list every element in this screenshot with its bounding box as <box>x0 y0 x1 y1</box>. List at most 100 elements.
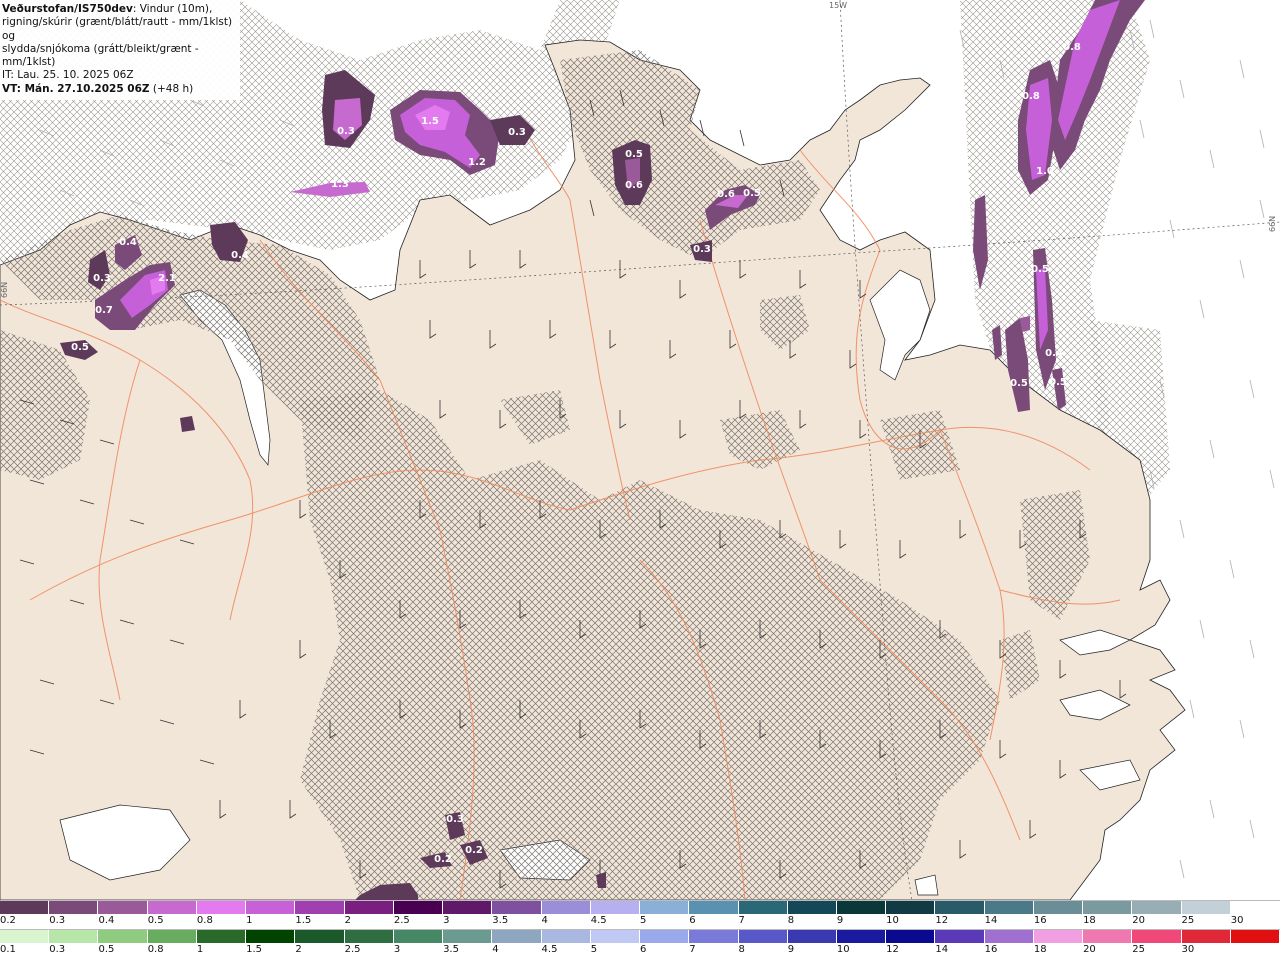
legend-swatch <box>295 930 345 943</box>
legend-swatch <box>738 901 788 914</box>
legend-label: 2 <box>344 915 351 926</box>
legend-label: 7 <box>689 944 696 955</box>
legend-label: 0.8 <box>196 915 213 926</box>
precip-value-label: 1.5 <box>421 116 439 127</box>
legend-swatch <box>49 901 99 914</box>
legend-label: 0.3 <box>49 915 66 926</box>
precip-value-label: 0.3 <box>337 126 355 137</box>
legend-swatch <box>147 930 197 943</box>
precip-value-label: 0.6 <box>625 180 643 191</box>
legend-swatch <box>393 930 444 943</box>
legend-label: 1.5 <box>246 944 263 955</box>
legend-label: 0.8 <box>147 944 164 955</box>
legend-label: 10 <box>886 915 899 926</box>
legend-label: 20 <box>1083 944 1096 955</box>
precip-value-label: 0.4 <box>119 237 137 248</box>
legend-label: 18 <box>1033 944 1047 955</box>
legend-label: 4.5 <box>541 944 558 955</box>
legend-label: 8 <box>787 915 795 926</box>
legend-swatch <box>590 930 641 943</box>
legend-label: 18 <box>1083 915 1096 926</box>
precip-value-label: 0.4 <box>1045 348 1063 359</box>
legend-swatch <box>836 901 887 914</box>
legend-label: 25 <box>1181 915 1195 926</box>
header-desc-3: slydda/snjókoma (grátt/bleikt/grænt - mm… <box>2 42 199 69</box>
legend-label: 7 <box>738 915 745 926</box>
legend-label: 30 <box>1181 944 1195 955</box>
legend-swatch <box>246 930 296 943</box>
legend-swatch <box>98 930 148 943</box>
legend-swatch <box>0 901 50 914</box>
legend-label: 9 <box>787 944 795 955</box>
legend-label: 0.5 <box>147 915 164 926</box>
legend-label: 10 <box>836 944 850 955</box>
legend-swatch <box>984 930 1034 943</box>
precip-value-label: 0.3 <box>93 273 111 284</box>
legend-label: 5 <box>590 944 598 955</box>
precip-value-label: 1.2 <box>468 157 486 168</box>
legend-swatch <box>1181 930 1231 943</box>
legend-swatch <box>640 901 690 914</box>
precip-value-label: 0.8 <box>1063 42 1081 53</box>
legend-label: 0.2 <box>0 915 16 926</box>
legend-snow-swatches <box>0 900 1280 914</box>
forecast-map[interactable]: 0.3 1.5 0.3 1.2 1.3 0.5 0.6 0.6 0.5 0.3 0.4 0.3 2.1 0… <box>0 0 1280 900</box>
precip-value-label: 1.3 <box>331 179 349 190</box>
legend-label: 2.5 <box>344 944 361 955</box>
legend-swatch <box>49 930 99 943</box>
legend-swatch <box>1230 901 1280 914</box>
legend-swatch <box>1132 901 1182 914</box>
legend-swatch <box>984 901 1034 914</box>
legend-swatch <box>443 930 493 943</box>
grid-label-15w: 15W <box>829 1 848 10</box>
legend-swatch <box>787 930 837 943</box>
legend-label: 3.5 <box>492 915 509 926</box>
header-title: Veðurstofan/IS750dev <box>2 3 133 15</box>
legend-swatch <box>0 930 50 943</box>
legend-rain-swatches <box>0 929 1280 943</box>
legend-swatch <box>541 901 591 914</box>
precip-value-label: 0.2 <box>465 845 483 856</box>
legend-swatch <box>1132 930 1182 943</box>
legend-label: 1.5 <box>295 915 312 926</box>
precip-value-label: 1.0 <box>1036 166 1054 177</box>
legend-swatch <box>98 901 148 914</box>
legend-swatch <box>443 901 493 914</box>
legend-swatch <box>1083 901 1133 914</box>
legend-swatch <box>492 930 542 943</box>
legend-swatch <box>836 930 887 943</box>
legend-swatch <box>295 901 345 914</box>
grid-label-lat-right: 66N <box>1268 215 1277 232</box>
precip-value-label: 0.6 <box>717 189 735 200</box>
legend-label: 5 <box>640 915 647 926</box>
precip-value-label: 0.3 <box>446 814 464 825</box>
legend-label: 25 <box>1132 944 1146 955</box>
map-header: Veðurstofan/IS750dev: Vindur (10m), rign… <box>0 0 240 101</box>
legend-label: 4.5 <box>590 915 607 926</box>
legend-swatch <box>886 930 936 943</box>
legend-swatch <box>1230 930 1280 943</box>
legend-label: 2.5 <box>393 915 410 926</box>
precip-value-label: 0.5 <box>743 188 761 199</box>
header-valid-time: VT: Mán. 27.10.2025 06Z <box>2 82 150 95</box>
legend-rain-labels: 0.1 0.3 0.5 0.8 1 1.5 2 2.5 3 3.5 4 4.5 5 6 7 8 9 10 12 14 1… <box>0 944 1280 956</box>
legend-label: 16 <box>984 944 998 955</box>
legend-label: 6 <box>689 915 696 926</box>
legend-swatch <box>935 930 985 943</box>
legend-swatch <box>147 901 197 914</box>
legend-swatch <box>886 901 936 914</box>
legend-label: 12 <box>935 915 949 926</box>
legend-label: 4 <box>492 944 499 955</box>
legend-swatch <box>541 930 591 943</box>
legend-swatch <box>689 901 739 914</box>
legend-swatch <box>1033 930 1084 943</box>
legend-label: 2 <box>295 944 302 955</box>
legend-label: 1 <box>246 915 253 926</box>
legend-swatch <box>640 930 690 943</box>
header-init-time: IT: Lau. 25. 10. 2025 06Z <box>2 69 134 82</box>
legend-label: 30 <box>1230 915 1244 926</box>
legend-label: 20 <box>1132 915 1146 926</box>
legend-swatch <box>344 901 394 914</box>
precip-value-label: 0.5 <box>625 149 643 160</box>
precip-value-label: 0.5 <box>1010 378 1028 389</box>
